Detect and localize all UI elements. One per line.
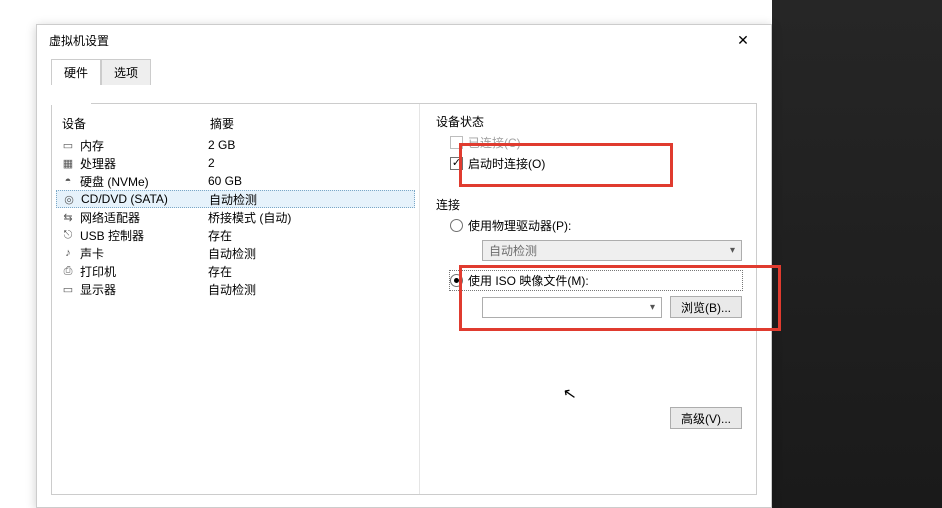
device-summary: 桥接模式 (自动)	[208, 209, 415, 226]
connect-on-start-label: 启动时连接(O)	[468, 155, 545, 172]
sound-icon: ♪	[60, 245, 76, 261]
iso-path-select[interactable]: ▾	[482, 297, 662, 318]
physical-drive-value: 自动检测	[489, 242, 537, 259]
dialog-title: 虚拟机设置	[49, 32, 723, 49]
table-row[interactable]: ▭ 内存 2 GB	[56, 136, 415, 154]
tab-hardware-label: 硬件	[64, 66, 88, 80]
tab-strip: 硬件 选项	[51, 59, 771, 85]
use-physical-radio[interactable]	[450, 219, 463, 232]
titlebar: 虚拟机设置 ✕	[37, 25, 771, 55]
tab-hardware[interactable]: 硬件	[51, 59, 101, 85]
cpu-icon: ▦	[60, 155, 76, 171]
device-name: 显示器	[80, 281, 208, 298]
network-icon: ⇆	[60, 209, 76, 225]
table-row[interactable]: ◎ CD/DVD (SATA) 自动检测	[56, 190, 415, 208]
device-summary: 2 GB	[208, 138, 415, 152]
device-name: 网络适配器	[80, 209, 208, 226]
device-summary: 自动检测	[208, 281, 415, 298]
use-iso-radio[interactable]	[450, 274, 463, 287]
table-row[interactable]: ⎙ 打印机 存在	[56, 262, 415, 280]
table-row[interactable]: ▦ 处理器 2	[56, 154, 415, 172]
chevron-down-icon: ▾	[730, 245, 735, 256]
browse-label: 浏览(B)...	[681, 299, 731, 316]
connected-checkbox	[450, 136, 463, 149]
tab-underline	[51, 103, 757, 104]
use-physical-label: 使用物理驱动器(P):	[468, 217, 571, 234]
header-device: 设备	[60, 115, 210, 132]
background-dark-panel	[772, 0, 942, 508]
device-name: 打印机	[80, 263, 208, 280]
device-summary: 存在	[208, 227, 415, 244]
use-physical-radio-row[interactable]: 使用物理驱动器(P):	[450, 215, 742, 236]
connected-checkbox-row: 已连接(C)	[450, 132, 742, 153]
device-summary: 2	[208, 156, 415, 170]
device-summary: 自动检测	[209, 191, 414, 208]
display-icon: ▭	[60, 281, 76, 297]
device-name: 内存	[80, 137, 208, 154]
cddvd-icon: ◎	[61, 191, 77, 207]
device-name: 声卡	[80, 245, 208, 262]
connect-on-start-checkbox[interactable]: ✓	[450, 157, 463, 170]
disk-icon: ◓	[60, 173, 76, 189]
header-summary: 摘要	[210, 115, 415, 132]
table-row[interactable]: ⎋ USB 控制器 存在	[56, 226, 415, 244]
dialog-body: 设备 摘要 ▭ 内存 2 GB ▦ 处理器 2 ◓ 硬盘 (NVMe) 60 G…	[51, 103, 757, 495]
browse-button[interactable]: 浏览(B)...	[670, 296, 742, 318]
device-name: CD/DVD (SATA)	[81, 192, 209, 206]
close-button[interactable]: ✕	[723, 26, 763, 54]
close-icon: ✕	[737, 32, 749, 49]
device-name: 处理器	[80, 155, 208, 172]
physical-drive-select: 自动检测 ▾	[482, 240, 742, 261]
vm-settings-dialog: 虚拟机设置 ✕ 硬件 选项 设备 摘要 ▭ 内存 2 GB ▦	[36, 24, 772, 508]
use-iso-label: 使用 ISO 映像文件(M):	[468, 272, 589, 289]
device-list-panel: 设备 摘要 ▭ 内存 2 GB ▦ 处理器 2 ◓ 硬盘 (NVMe) 60 G…	[52, 103, 420, 494]
printer-icon: ⎙	[60, 263, 76, 279]
connection-label: 连接	[436, 196, 742, 213]
device-list-header: 设备 摘要	[56, 113, 415, 136]
table-row[interactable]: ♪ 声卡 自动检测	[56, 244, 415, 262]
connect-on-start-row[interactable]: ✓ 启动时连接(O)	[450, 153, 742, 174]
chevron-down-icon: ▾	[650, 302, 655, 313]
device-detail-panel: 设备状态 已连接(C) ✓ 启动时连接(O) 连接 使用物理驱动器(P):	[420, 103, 756, 494]
advanced-button[interactable]: 高级(V)...	[670, 407, 742, 429]
connected-label: 已连接(C)	[468, 134, 521, 151]
device-name: USB 控制器	[80, 227, 208, 244]
device-summary: 自动检测	[208, 245, 415, 262]
device-summary: 60 GB	[208, 174, 415, 188]
table-row[interactable]: ⇆ 网络适配器 桥接模式 (自动)	[56, 208, 415, 226]
device-name: 硬盘 (NVMe)	[80, 173, 208, 190]
use-iso-radio-row[interactable]: 使用 ISO 映像文件(M):	[450, 271, 742, 290]
table-row[interactable]: ◓ 硬盘 (NVMe) 60 GB	[56, 172, 415, 190]
table-row[interactable]: ▭ 显示器 自动检测	[56, 280, 415, 298]
device-status-label: 设备状态	[436, 113, 742, 130]
advanced-label: 高级(V)...	[681, 410, 731, 427]
memory-icon: ▭	[60, 137, 76, 153]
tab-options-label: 选项	[114, 66, 138, 80]
usb-icon: ⎋	[60, 227, 76, 243]
tab-options[interactable]: 选项	[101, 59, 151, 85]
device-summary: 存在	[208, 263, 415, 280]
